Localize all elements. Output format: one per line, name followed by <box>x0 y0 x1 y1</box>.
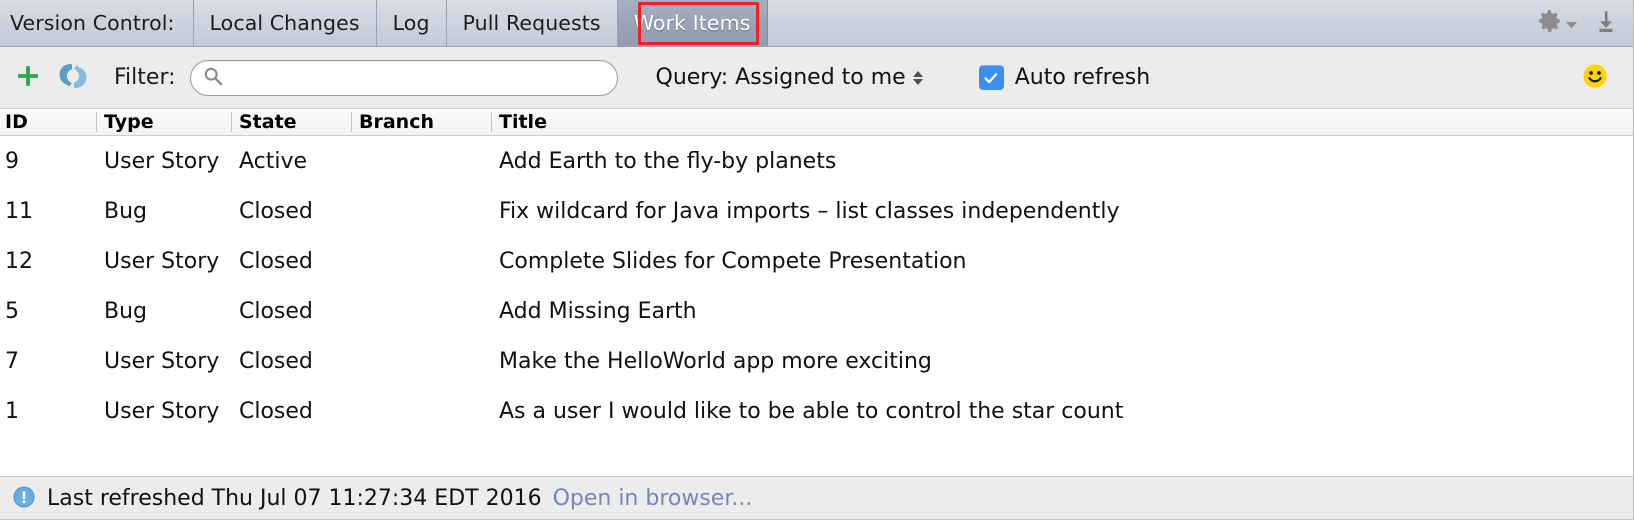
tab-label: Local Changes <box>209 11 360 35</box>
info-icon <box>12 485 36 513</box>
table-row[interactable]: 9 User Story Active Add Earth to the fly… <box>0 136 1633 186</box>
check-icon <box>984 72 998 83</box>
status-bar: Last refreshed Thu Jul 07 11:27:34 EDT 2… <box>0 476 1633 519</box>
tab-label: Log <box>392 11 430 35</box>
cell-title: Make the HelloWorld app more exciting <box>499 348 932 374</box>
column-divider[interactable] <box>351 112 352 132</box>
version-control-label: Version Control: <box>0 0 194 46</box>
cell-title: Add Earth to the fly-by planets <box>499 148 837 174</box>
cell-id: 9 <box>5 148 19 174</box>
auto-refresh-control[interactable]: Auto refresh <box>978 65 1151 90</box>
search-icon <box>203 66 223 90</box>
cell-id: 5 <box>5 298 19 324</box>
query-selector[interactable]: Query: Assigned to me <box>656 65 923 90</box>
settings-button[interactable] <box>1537 8 1577 38</box>
table-row[interactable]: 5 Bug Closed Add Missing Earth <box>0 286 1633 336</box>
cell-title: As a user I would like to be able to con… <box>499 398 1124 424</box>
auto-refresh-label: Auto refresh <box>1014 65 1151 90</box>
cell-state: Active <box>239 148 308 174</box>
column-divider[interactable] <box>491 112 492 132</box>
version-control-tabbar: Version Control: Local Changes Log Pull … <box>0 0 1633 47</box>
column-header-branch[interactable]: Branch <box>351 109 489 135</box>
work-items-toolbar: Filter: Query: Assigned to me Auto refre… <box>0 47 1633 109</box>
cell-id: 7 <box>5 348 19 374</box>
table-row[interactable]: 1 User Story Closed As a user I would li… <box>0 386 1633 436</box>
up-down-stepper-icon[interactable] <box>912 70 923 85</box>
filter-search-field[interactable] <box>189 59 618 96</box>
add-work-item-button[interactable] <box>14 62 42 94</box>
work-items-table: ID Type State Branch Title 9 User Story … <box>0 109 1633 476</box>
plus-icon <box>14 62 42 94</box>
column-divider[interactable] <box>231 112 232 132</box>
cell-id: 1 <box>5 398 19 424</box>
tab-label: Work Items <box>633 11 751 35</box>
cell-type: User Story <box>104 398 220 424</box>
cell-state: Closed <box>239 248 313 274</box>
cell-state: Closed <box>239 348 313 374</box>
column-header-id[interactable]: ID <box>5 109 95 135</box>
hide-panel-icon <box>1593 8 1619 38</box>
status-smiley-button[interactable] <box>1581 62 1609 94</box>
cell-state: Closed <box>239 398 313 424</box>
hide-panel-button[interactable] <box>1593 8 1619 38</box>
cell-id: 12 <box>5 248 33 274</box>
query-label: Query: Assigned to me <box>655 65 906 90</box>
table-column-headers: ID Type State Branch Title <box>0 109 1633 136</box>
column-header-label: ID <box>5 111 28 133</box>
cell-type: Bug <box>104 298 148 324</box>
work-items-panel: Version Control: Local Changes Log Pull … <box>0 0 1634 520</box>
column-header-title[interactable]: Title <box>491 109 1619 135</box>
column-header-label: Branch <box>359 111 434 133</box>
cell-type: Bug <box>104 198 148 224</box>
table-row[interactable]: 12 User Story Closed Complete Slides for… <box>0 236 1633 286</box>
last-refreshed-text: Last refreshed Thu Jul 07 11:27:34 EDT 2… <box>47 486 542 511</box>
tab-work-items[interactable]: Work Items <box>617 0 768 46</box>
tab-pull-requests[interactable]: Pull Requests <box>446 0 618 46</box>
cell-type: User Story <box>104 148 220 174</box>
tab-local-changes[interactable]: Local Changes <box>193 0 377 46</box>
cell-title: Complete Slides for Compete Presentation <box>499 248 967 274</box>
cell-title: Fix wildcard for Java imports – list cla… <box>499 198 1120 224</box>
table-row[interactable]: 7 User Story Closed Make the HelloWorld … <box>0 336 1633 386</box>
tab-label: Pull Requests <box>462 11 601 35</box>
cell-state: Closed <box>239 298 313 324</box>
column-header-state[interactable]: State <box>231 109 354 135</box>
filter-label: Filter: <box>114 65 176 90</box>
column-header-label: Title <box>499 111 547 133</box>
refresh-icon <box>58 61 88 95</box>
table-row[interactable]: 11 Bug Closed Fix wildcard for Java impo… <box>0 186 1633 236</box>
auto-refresh-checkbox[interactable] <box>978 65 1004 90</box>
tabbar-actions <box>1537 0 1633 46</box>
cell-type: User Story <box>104 248 220 274</box>
table-body: 9 User Story Active Add Earth to the fly… <box>0 136 1633 436</box>
cell-id: 11 <box>5 198 33 224</box>
open-in-browser-link[interactable]: Open in browser... <box>553 486 753 511</box>
column-divider[interactable] <box>96 112 97 132</box>
column-header-type[interactable]: Type <box>96 109 234 135</box>
refresh-work-items-button[interactable] <box>58 61 88 95</box>
cell-state: Closed <box>239 198 313 224</box>
tabbar-spacer <box>768 0 1538 46</box>
smiley-face-icon <box>1581 63 1609 94</box>
cell-type: User Story <box>104 348 220 374</box>
column-header-label: Type <box>104 111 154 133</box>
search-input[interactable] <box>229 66 607 89</box>
tab-log[interactable]: Log <box>376 0 447 46</box>
cell-title: Add Missing Earth <box>499 298 697 324</box>
gear-icon <box>1537 8 1563 38</box>
chevron-down-icon <box>1566 14 1577 33</box>
column-header-label: State <box>239 111 297 133</box>
